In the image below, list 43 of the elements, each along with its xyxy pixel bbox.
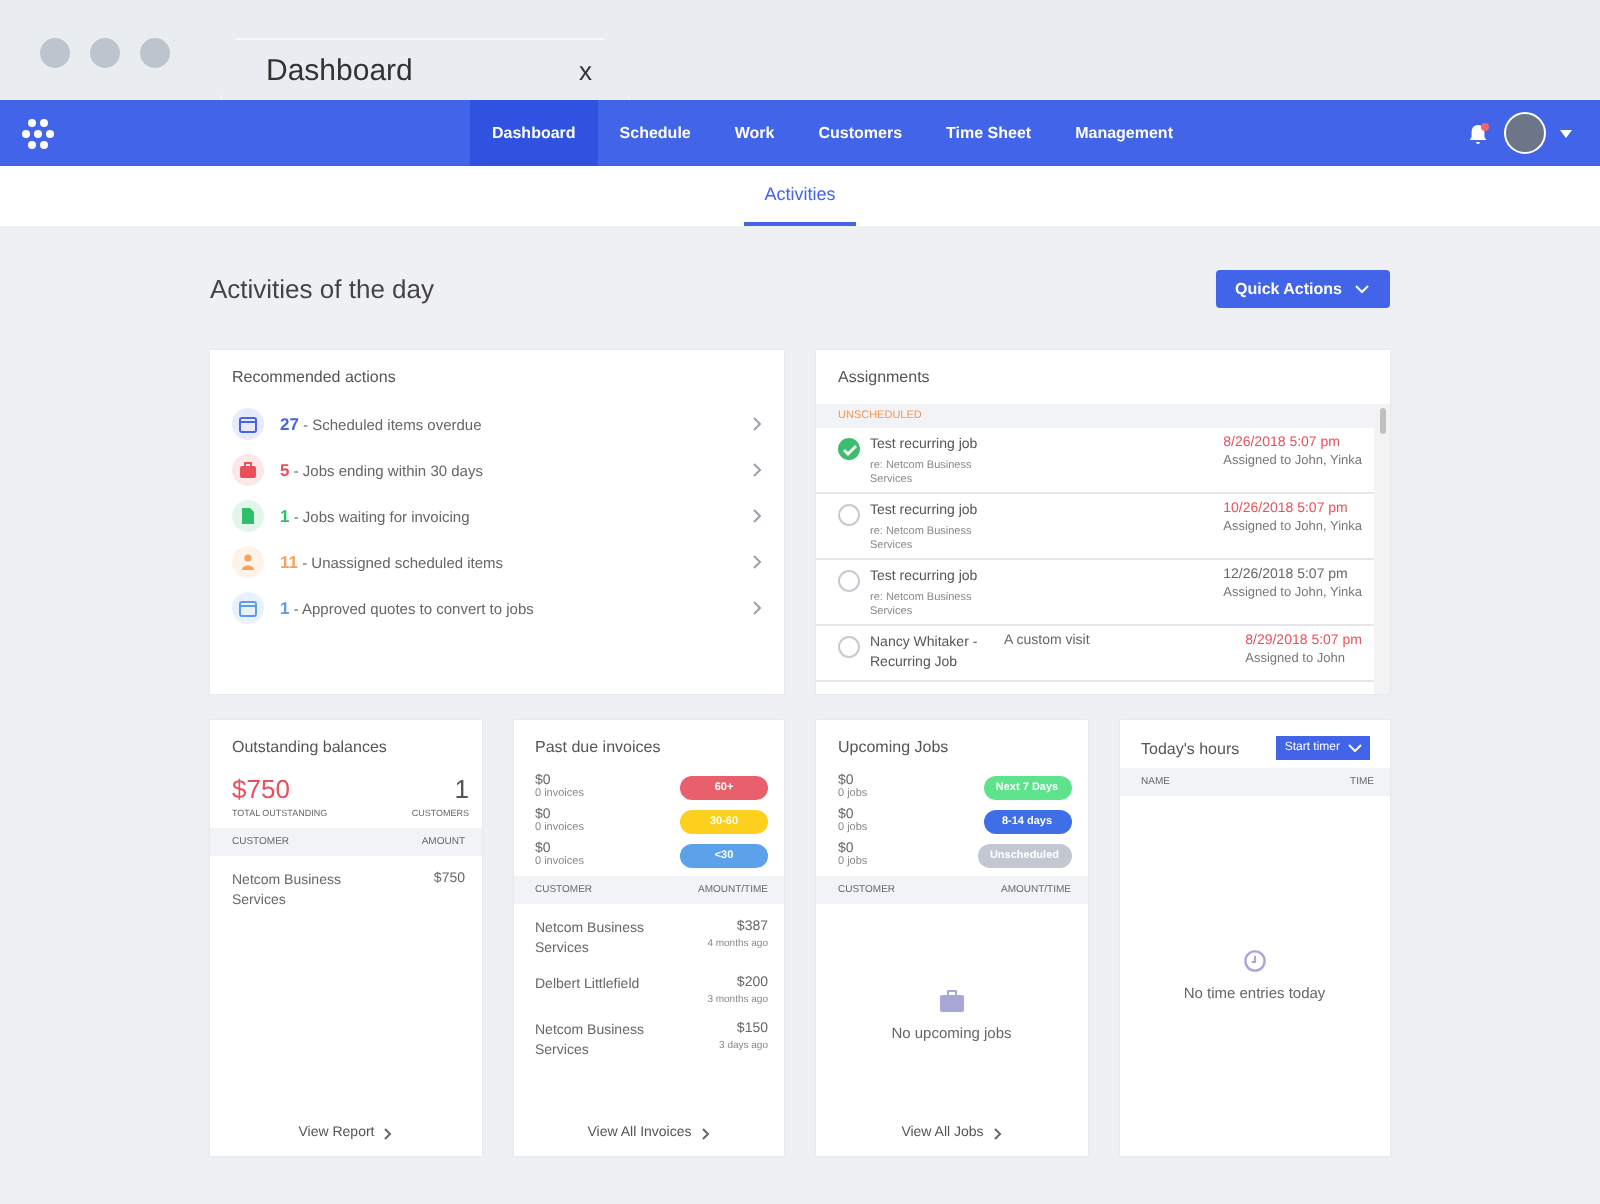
nav-tab[interactable]: Time Sheet: [924, 100, 1054, 166]
window-dot[interactable]: [40, 38, 70, 68]
nav-tab[interactable]: Management: [1053, 100, 1195, 166]
nav-tab[interactable]: Schedule: [597, 100, 713, 166]
chevron-icon: [752, 416, 762, 432]
task-checkbox[interactable]: [838, 504, 860, 526]
task-checkbox[interactable]: [838, 570, 860, 592]
nav-tab[interactable]: Work: [712, 100, 797, 166]
nav-tab[interactable]: Dashboard: [470, 100, 598, 166]
clock-icon: [1243, 950, 1266, 972]
scrollbar[interactable]: [1374, 404, 1390, 694]
browser-tab[interactable]: Dashboard x: [220, 38, 630, 100]
chevron-icon: [701, 1127, 710, 1139]
chevron-icon: [752, 600, 762, 616]
card-title: Past due invoices: [533, 736, 663, 760]
chevron-icon: [752, 554, 762, 570]
total-amount: $750: [232, 774, 292, 804]
caret-icon: [1354, 283, 1370, 293]
task-checkbox[interactable]: [838, 438, 860, 460]
chevron-icon: [384, 1127, 393, 1139]
caret-icon[interactable]: [1560, 129, 1572, 137]
task-checkbox[interactable]: [838, 636, 860, 658]
bell-icon[interactable]: [1466, 121, 1490, 145]
close-button[interactable]: x: [579, 55, 592, 85]
quick-actions-button[interactable]: Quick Actions: [1215, 269, 1390, 307]
avatar[interactable]: [1504, 112, 1546, 154]
card-title: Assignments: [836, 366, 932, 390]
chevron-icon: [993, 1127, 1002, 1139]
page-title: Activities of the day: [210, 273, 434, 303]
briefcase-icon: [939, 989, 964, 1011]
tab-title: Dashboard: [266, 53, 413, 87]
window-dot[interactable]: [140, 38, 170, 68]
customer-count: 1: [452, 774, 469, 804]
logo-icon[interactable]: [22, 117, 54, 149]
card-title: Upcoming Jobs: [836, 736, 951, 760]
card-title: Today's hours: [1141, 739, 1240, 757]
chevron-icon: [752, 508, 762, 524]
card-title: Outstanding balances: [230, 736, 389, 760]
window-dot[interactable]: [90, 38, 120, 68]
nav-tab[interactable]: Customers: [796, 100, 925, 166]
caret-icon: [1348, 744, 1362, 752]
card-title: Recommended actions: [230, 366, 398, 390]
chevron-icon: [752, 462, 762, 478]
